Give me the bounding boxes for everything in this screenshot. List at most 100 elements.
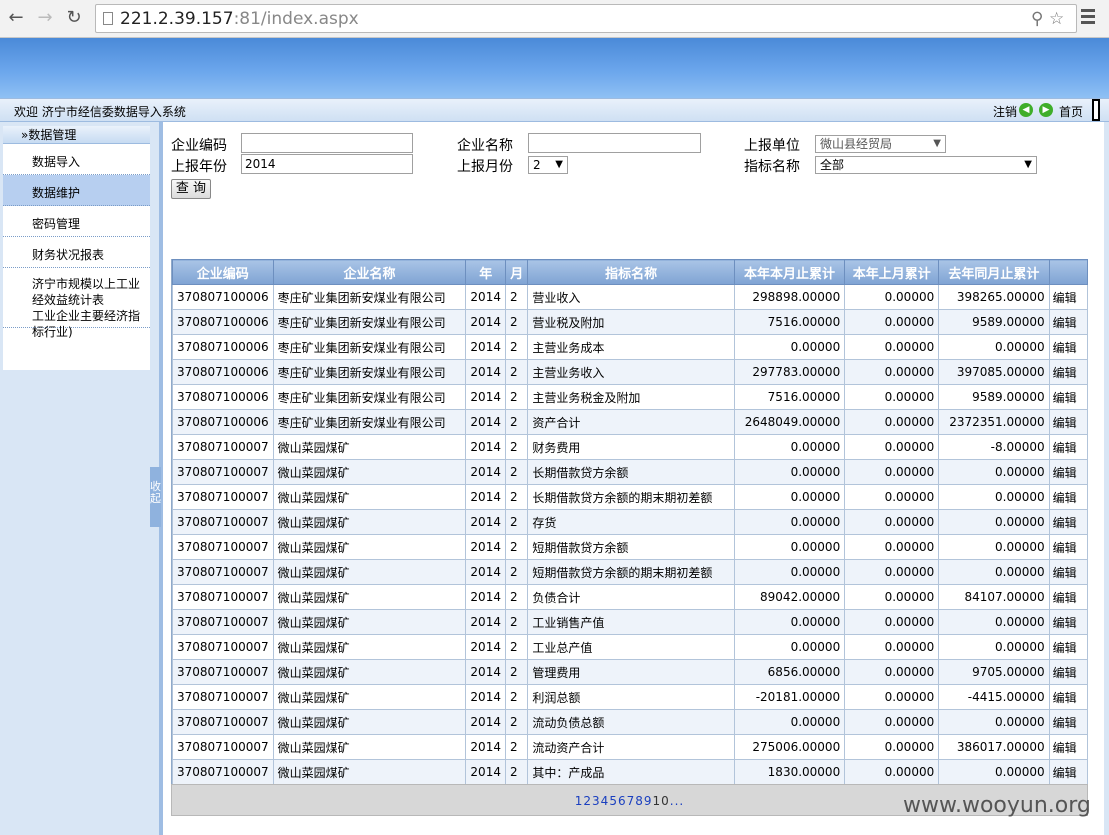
column-header (1048, 259, 1088, 285)
company-name-cell: 微山菜园煤矿 (272, 634, 467, 660)
right-edge (1104, 122, 1109, 835)
indicator-cell: 流动资产合计 (527, 734, 735, 760)
company-code-cell: 370807100006 (172, 334, 274, 360)
current-cumulative-cell: 89042.00000 (733, 584, 846, 610)
last-month-cumulative-cell: 0.00000 (844, 659, 940, 685)
company-code-cell: 370807100007 (172, 434, 274, 460)
last-month-cumulative-cell: 0.00000 (844, 359, 940, 385)
company-code-cell: 370807100007 (172, 459, 274, 485)
report-month-select[interactable]: 2 ▼ (528, 156, 568, 174)
edit-link[interactable]: 编辑 (1048, 384, 1088, 410)
last-year-cumulative-cell: 0.00000 (938, 459, 1050, 485)
sidebar-section-title[interactable]: »数据管理 (3, 126, 150, 144)
star-icon[interactable]: ☆ (1049, 9, 1064, 29)
company-name-cell: 枣庄矿业集团新安煤业有限公司 (272, 384, 467, 410)
edit-link[interactable]: 编辑 (1048, 584, 1088, 610)
edit-link[interactable]: 编辑 (1048, 659, 1088, 685)
sidebar-item-data-import[interactable]: 数据导入 (3, 144, 150, 175)
edit-link[interactable]: 编辑 (1048, 509, 1088, 535)
sidebar-item-finance-report[interactable]: 财务状况报表 (3, 237, 150, 268)
edit-link[interactable]: 编辑 (1048, 459, 1088, 485)
table-row: 370807100006 枣庄矿业集团新安煤业有限公司 2014 2 营业税及附加 751… (172, 309, 1088, 335)
edit-link[interactable]: 编辑 (1048, 634, 1088, 660)
edit-link[interactable]: 编辑 (1048, 334, 1088, 360)
current-cumulative-cell: -20181.00000 (733, 684, 846, 710)
company-name-input[interactable] (528, 133, 701, 153)
month-cell: 2 (504, 484, 529, 510)
last-month-cumulative-cell: 0.00000 (844, 709, 940, 735)
edit-link[interactable]: 编辑 (1048, 284, 1088, 310)
pager-link[interactable]: 7 (627, 794, 636, 808)
last-year-cumulative-cell: -8.00000 (938, 434, 1050, 460)
sidebar-item-data-maintenance[interactable]: 数据维护 (3, 175, 150, 206)
back-icon[interactable]: ← (6, 8, 26, 28)
last-year-cumulative-cell: 84107.00000 (938, 584, 1050, 610)
pager-more[interactable]: ... (670, 794, 684, 808)
edit-link[interactable]: 编辑 (1048, 409, 1088, 435)
column-header: 月 (504, 259, 529, 285)
current-cumulative-cell: 6856.00000 (733, 659, 846, 685)
report-unit-select[interactable]: 微山县经贸局 ▼ (815, 135, 946, 153)
pager-link[interactable]: 6 (618, 794, 627, 808)
table-row: 370807100007 微山菜园煤矿 2014 2 短期借款贷方余额的期末期初差额 0.… (172, 559, 1088, 585)
current-cumulative-cell: 0.00000 (733, 484, 846, 510)
edit-link[interactable]: 编辑 (1048, 709, 1088, 735)
edit-link[interactable]: 编辑 (1048, 309, 1088, 335)
pager-link[interactable]: 3 (592, 794, 601, 808)
indicator-cell: 工业总产值 (527, 634, 735, 660)
collapse-button[interactable]: 收起 (150, 467, 161, 527)
column-header: 企业编码 (172, 259, 274, 285)
last-year-cumulative-cell: 9705.00000 (938, 659, 1050, 685)
edit-link[interactable]: 编辑 (1048, 484, 1088, 510)
edit-link[interactable]: 编辑 (1048, 434, 1088, 460)
month-cell: 2 (504, 359, 529, 385)
pager-link[interactable]: 9 (644, 794, 653, 808)
last-month-cumulative-cell: 0.00000 (844, 459, 940, 485)
address-bar[interactable]: 221.2.39.157:81/index.aspx ⚲ ☆ (95, 4, 1077, 33)
last-month-cumulative-cell: 0.00000 (844, 484, 940, 510)
month-cell: 2 (504, 609, 529, 635)
report-year-input[interactable]: 2014 (241, 154, 413, 174)
forward-icon[interactable]: → (35, 8, 55, 28)
menu-icon[interactable] (1081, 9, 1095, 25)
table-row: 370807100007 微山菜园煤矿 2014 2 其中：产成品 1830.00000 0… (172, 759, 1088, 785)
current-cumulative-cell: 0.00000 (733, 634, 846, 660)
edit-link[interactable]: 编辑 (1048, 559, 1088, 585)
company-code-cell: 370807100007 (172, 634, 274, 660)
edit-link[interactable]: 编辑 (1048, 609, 1088, 635)
company-code-input[interactable] (241, 133, 413, 153)
pager-link[interactable]: 5 (609, 794, 618, 808)
table-row: 370807100007 微山菜园煤矿 2014 2 长期借款贷方余额的期末期初差额 0.… (172, 484, 1088, 510)
sidebar-item-password[interactable]: 密码管理 (3, 206, 150, 237)
last-year-cumulative-cell: 0.00000 (938, 609, 1050, 635)
back-arrow-icon[interactable]: ◀ (1019, 103, 1033, 117)
pager-link[interactable]: 8 (635, 794, 644, 808)
edit-link[interactable]: 编辑 (1048, 684, 1088, 710)
edit-link[interactable]: 编辑 (1048, 759, 1088, 785)
year-cell: 2014 (465, 659, 506, 685)
last-month-cumulative-cell: 0.00000 (844, 759, 940, 785)
logout-link[interactable]: 注销 (993, 103, 1017, 120)
reload-icon[interactable]: ↻ (64, 8, 84, 28)
query-button[interactable]: 查 询 (171, 179, 211, 199)
edit-link[interactable]: 编辑 (1048, 359, 1088, 385)
forward-arrow-icon[interactable]: ▶ (1039, 103, 1053, 117)
edit-link[interactable]: 编辑 (1048, 534, 1088, 560)
sidebar-item-stats[interactable]: 济宁市规模以上工业经效益统计表 工业企业主要经济指标行业) (3, 268, 150, 339)
report-year-label: 上报年份 (171, 159, 227, 175)
indicator-select[interactable]: 全部 ▼ (815, 156, 1037, 174)
text-cursor (1092, 99, 1100, 121)
current-cumulative-cell: 2648049.00000 (733, 409, 846, 435)
home-link[interactable]: 首页 (1059, 103, 1083, 120)
company-name-cell: 微山菜园煤矿 (272, 434, 467, 460)
last-month-cumulative-cell: 0.00000 (844, 409, 940, 435)
key-icon[interactable]: ⚲ (1031, 9, 1043, 29)
company-name-cell: 微山菜园煤矿 (272, 734, 467, 760)
month-cell: 2 (504, 559, 529, 585)
indicator-cell: 主营业务成本 (527, 334, 735, 360)
year-cell: 2014 (465, 734, 506, 760)
data-grid: 企业编码 企业名称年月指标名称 本年本月止累计 本年上月累计 去年同月止累计 37080… (171, 259, 1088, 789)
table-row: 370807100007 微山菜园煤矿 2014 2 存货 0.00000 0.00000 0… (172, 509, 1088, 535)
edit-link[interactable]: 编辑 (1048, 734, 1088, 760)
pager-link[interactable]: 2 (583, 794, 592, 808)
